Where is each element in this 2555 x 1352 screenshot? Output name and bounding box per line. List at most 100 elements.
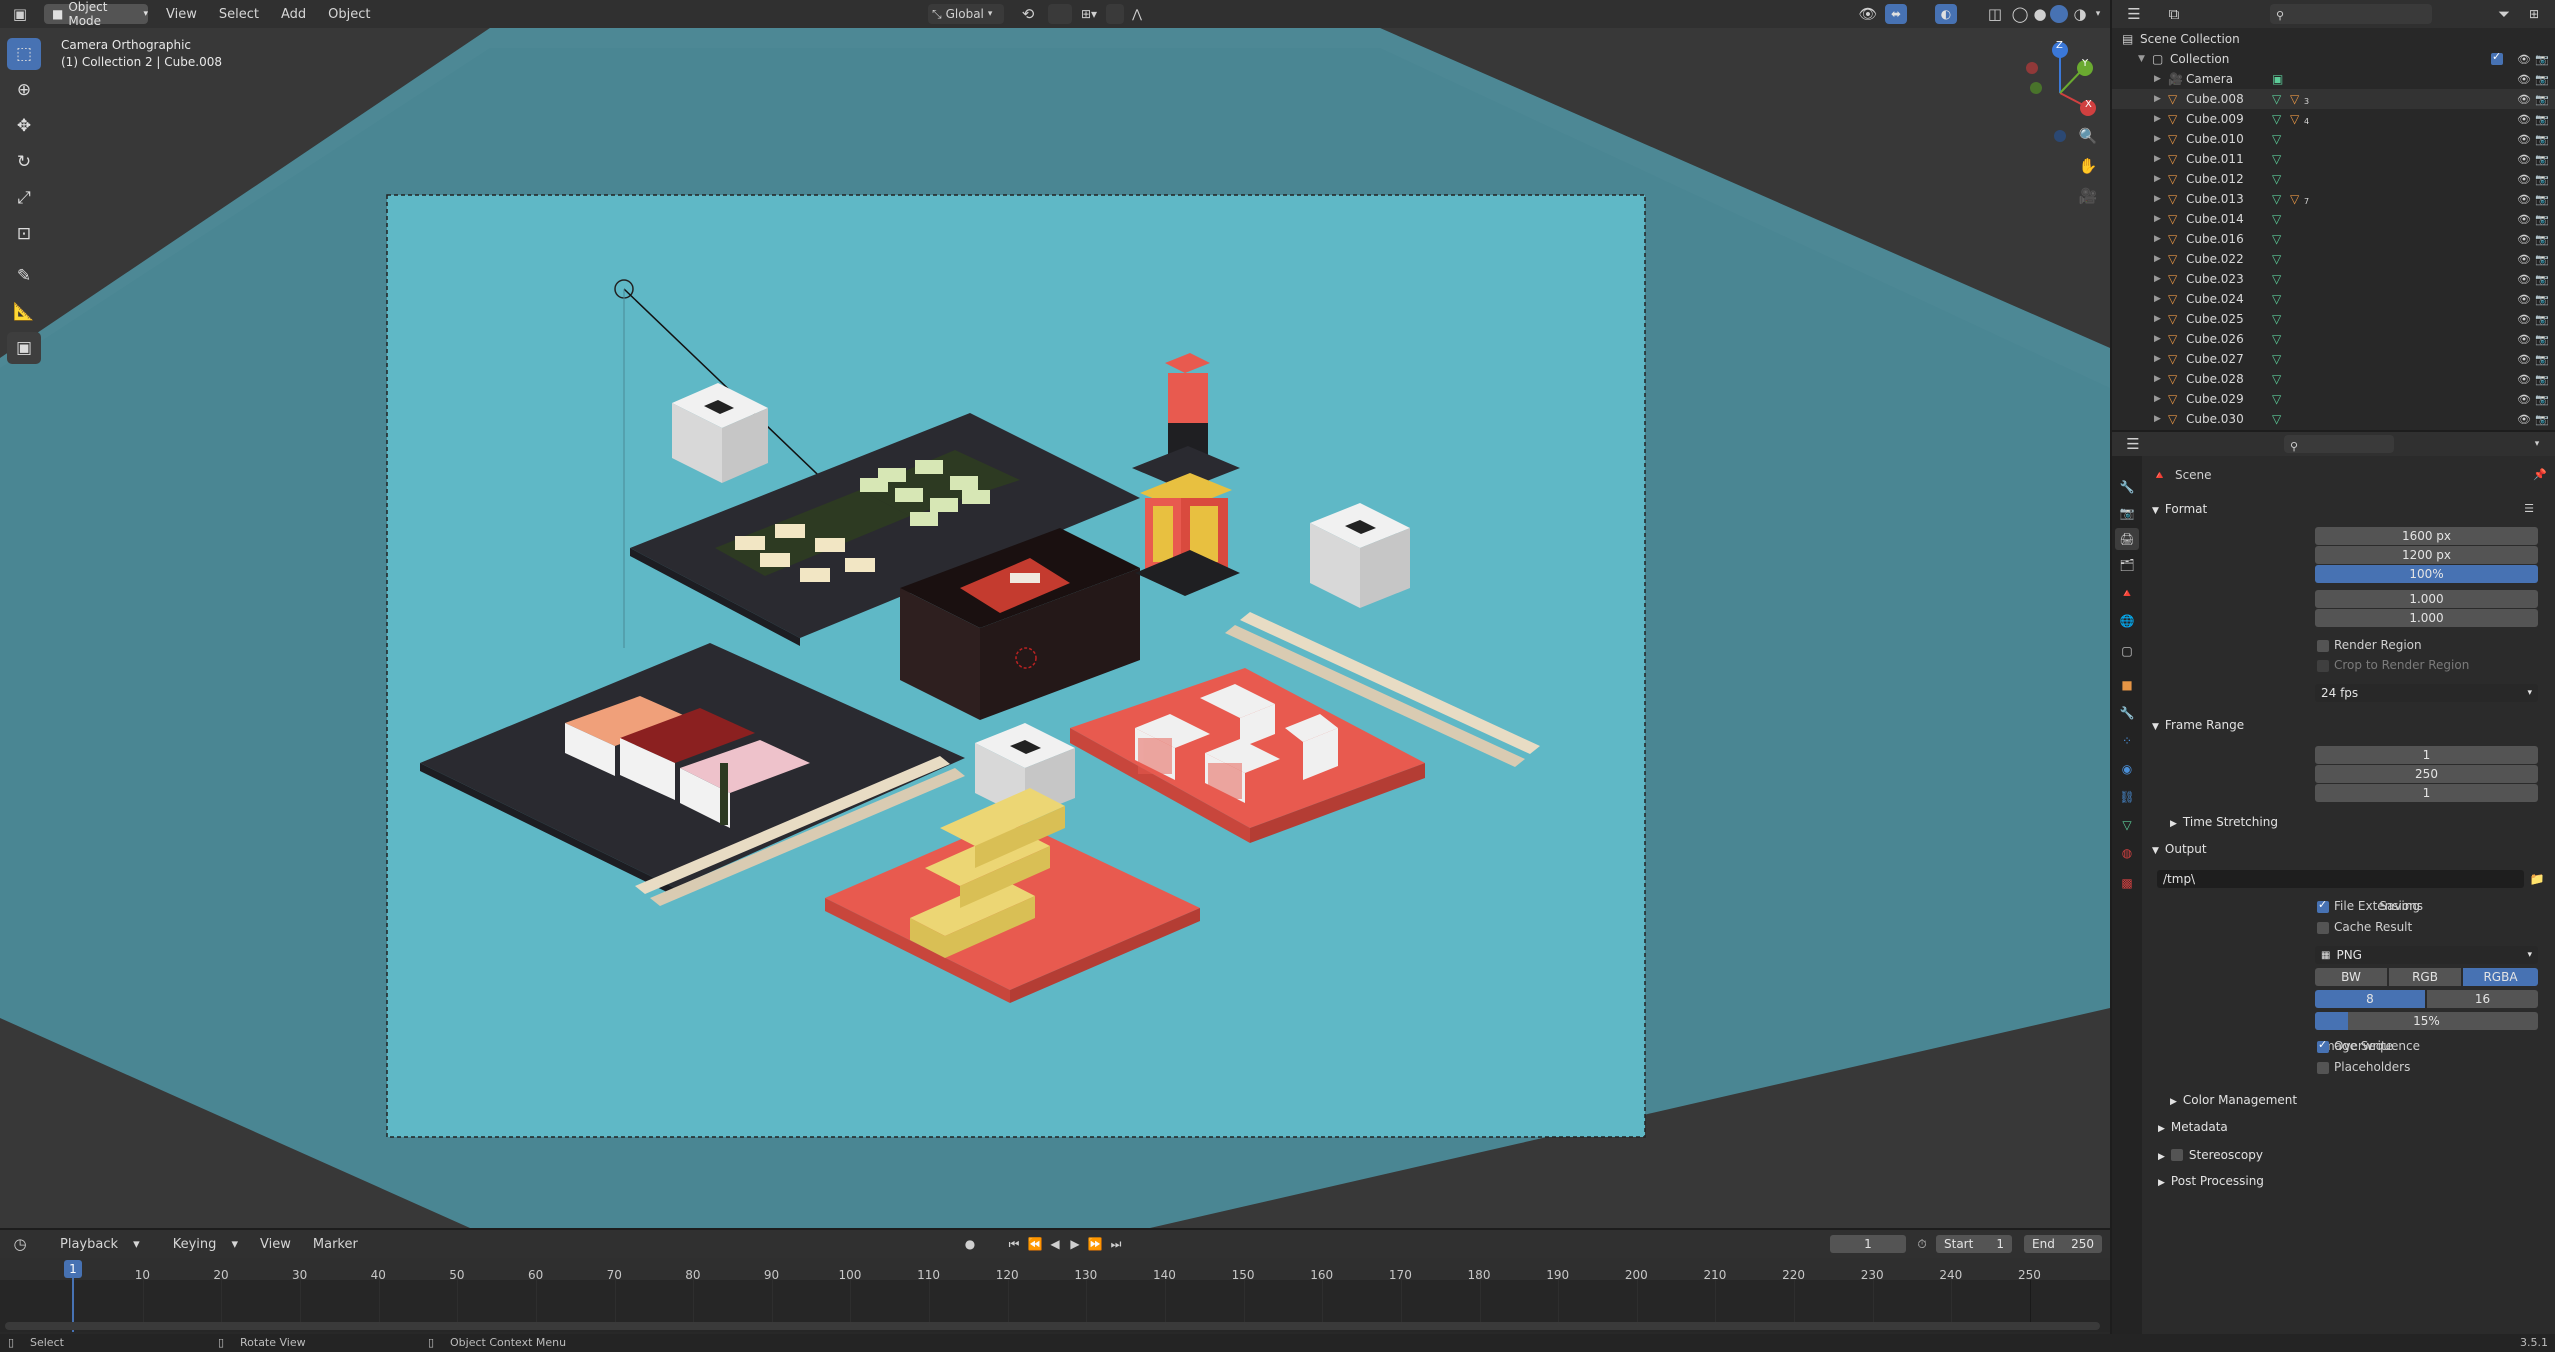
properties-search-input[interactable]: ⚲ <box>2284 435 2394 453</box>
render-camera-icon[interactable]: 📷 <box>2535 153 2549 166</box>
rotate-tool-icon[interactable]: ↻ <box>7 146 41 178</box>
filter-icon[interactable]: ⏷ <box>2492 5 2516 23</box>
render-camera-icon[interactable]: 📷 <box>2535 193 2549 206</box>
constraints-tab-icon[interactable]: ⛓ <box>2118 788 2136 806</box>
collection-row[interactable]: ▼ ▢ Collection 👁 📷 <box>2112 49 2555 69</box>
play-reverse-icon[interactable]: ◀ <box>1045 1235 1065 1253</box>
expand-arrow-icon[interactable]: ▶ <box>2154 214 2161 224</box>
mesh-data-icon[interactable]: ▽ <box>2272 412 2281 426</box>
physics-tab-icon[interactable]: ◉ <box>2118 760 2136 778</box>
outliner-row-cube-024[interactable]: ▶ ▽ Cube.024 ▽ 👁 📷 <box>2112 289 2555 309</box>
resolution-percentage-field[interactable]: 100% <box>2315 565 2538 583</box>
eye-icon[interactable]: 👁 <box>2517 333 2531 346</box>
move-tool-icon[interactable]: ✥ <box>7 110 41 142</box>
output-path-field[interactable]: /tmp\ <box>2157 870 2524 888</box>
expand-arrow-icon[interactable]: ▶ <box>2154 254 2161 264</box>
camera-data-icon[interactable]: ▣ <box>2272 72 2283 86</box>
eye-icon[interactable]: 👁 <box>2517 73 2531 86</box>
render-camera-icon[interactable]: 📷 <box>2535 313 2549 326</box>
outliner-row-cube-028[interactable]: ▶ ▽ Cube.028 ▽ 👁 📷 <box>2112 369 2555 389</box>
modifier-tab-icon[interactable]: 🔧 <box>2118 704 2136 722</box>
mesh-data-icon[interactable]: ▽ <box>2272 172 2281 186</box>
outliner-row-cube-030[interactable]: ▶ ▽ Cube.030 ▽ 👁 📷 <box>2112 409 2555 429</box>
clock-icon[interactable]: ⏱ <box>1912 1235 1932 1253</box>
frame-range-panel-header[interactable]: ▼ Frame Range <box>2152 718 2244 732</box>
prev-keyframe-icon[interactable]: ⏪ <box>1025 1235 1045 1253</box>
resolution-y-field[interactable]: 1200 px <box>2315 546 2538 564</box>
mesh-data-icon[interactable]: ▽ <box>2272 92 2281 106</box>
outliner-row-cube-026[interactable]: ▶ ▽ Cube.026 ▽ 👁 📷 <box>2112 329 2555 349</box>
render-camera-icon[interactable]: 📷 <box>2535 293 2549 306</box>
mesh-data-icon[interactable]: ▽ <box>2272 192 2281 206</box>
display-mode-icon[interactable]: ⧉ <box>2162 5 2186 23</box>
expand-arrow-icon[interactable]: ▶ <box>2154 394 2161 404</box>
solid-shading-icon[interactable]: ● <box>2030 5 2050 23</box>
post-processing-panel-header[interactable]: ▶ Post Processing <box>2158 1174 2264 1188</box>
expand-arrow-icon[interactable]: ▶ <box>2154 274 2161 284</box>
expand-arrow-icon[interactable]: ▶ <box>2154 314 2161 324</box>
crop-region-checkbox[interactable] <box>2317 660 2329 672</box>
eye-icon[interactable]: 👁 <box>2517 393 2531 406</box>
scale-tool-icon[interactable]: ⤢ <box>7 182 41 214</box>
depth-8-button[interactable]: 8 <box>2315 990 2425 1008</box>
outliner-row-cube-011[interactable]: ▶ ▽ Cube.011 ▽ 👁 📷 <box>2112 149 2555 169</box>
presets-icon[interactable]: ☰ <box>2520 500 2538 516</box>
render-region-checkbox[interactable] <box>2317 640 2329 652</box>
outliner-row-cube-027[interactable]: ▶ ▽ Cube.027 ▽ 👁 📷 <box>2112 349 2555 369</box>
view-layer-tab-icon[interactable]: 🗂 <box>2118 556 2136 574</box>
expand-arrow-icon[interactable]: ▶ <box>2154 74 2161 84</box>
annotate-tool-icon[interactable]: ✎ <box>7 260 41 292</box>
mesh-data-icon[interactable]: ▽ <box>2272 312 2281 326</box>
outliner-row-cube-013[interactable]: ▶ ▽ Cube.013 ▽ ▽ 7 👁 📷 <box>2112 189 2555 209</box>
play-icon[interactable]: ▶ <box>1065 1235 1085 1253</box>
record-icon[interactable]: ● <box>960 1235 980 1253</box>
render-camera-icon[interactable]: 📷 <box>2535 133 2549 146</box>
stereoscopy-checkbox[interactable] <box>2170 1149 2183 1161</box>
render-camera-icon[interactable]: 📷 <box>2535 113 2549 126</box>
expand-arrow-icon[interactable]: ▶ <box>2154 114 2161 124</box>
menu-object[interactable]: Object <box>317 7 381 22</box>
mesh-data-icon[interactable]: ▽ <box>2272 212 2281 226</box>
texture-tab-icon[interactable]: ▩ <box>2118 874 2136 892</box>
pin-icon[interactable]: 📌 <box>2532 466 2548 482</box>
resolution-x-field[interactable]: 1600 px <box>2315 527 2538 545</box>
eye-icon[interactable]: 👁 <box>2517 413 2531 426</box>
snap-toggle-icon[interactable] <box>1048 4 1072 24</box>
expand-arrow-icon[interactable]: ▶ <box>2154 94 2161 104</box>
expand-arrow-icon[interactable]: ▶ <box>2154 154 2161 164</box>
wireframe-shading-icon[interactable]: ◯ <box>2010 5 2030 23</box>
new-collection-icon[interactable]: ⊞ <box>2522 5 2546 23</box>
compression-slider[interactable]: 15% <box>2315 1012 2538 1030</box>
eye-icon[interactable]: 👁 <box>2517 213 2531 226</box>
outliner-row-cube-023[interactable]: ▶ ▽ Cube.023 ▽ 👁 📷 <box>2112 269 2555 289</box>
object-tab-icon[interactable]: ■ <box>2118 676 2136 694</box>
render-camera-icon[interactable]: 📷 <box>2535 173 2549 186</box>
render-camera-icon[interactable]: 📷 <box>2535 413 2549 426</box>
properties-editor-icon[interactable]: ☰ <box>2122 435 2144 453</box>
outliner-row-cube-008[interactable]: ▶ ▽ Cube.008 ▽ ▽ 3 👁 📷 <box>2112 89 2555 109</box>
rendered-shading-icon[interactable]: ◑ <box>2070 5 2090 23</box>
next-keyframe-icon[interactable]: ⏩ <box>1085 1235 1105 1253</box>
mesh-data-icon[interactable]: ▽ <box>2272 132 2281 146</box>
frame-start-field[interactable]: 1 <box>2315 746 2538 764</box>
format-panel-header[interactable]: ▼ Format <box>2152 502 2207 516</box>
expand-arrow-icon[interactable]: ▶ <box>2154 194 2161 204</box>
tool-tab-icon[interactable]: 🔧 <box>2118 478 2136 496</box>
mesh-data-icon[interactable]: ▽ <box>2272 152 2281 166</box>
mesh-data-icon[interactable]: ▽ <box>2272 332 2281 346</box>
timeline-scrollbar[interactable] <box>5 1322 2100 1330</box>
menu-view[interactable]: View <box>155 7 208 22</box>
color-management-subpanel[interactable]: ▶ Color Management <box>2170 1093 2297 1107</box>
outliner-row-cube-029[interactable]: ▶ ▽ Cube.029 ▽ 👁 📷 <box>2112 389 2555 409</box>
render-camera-icon[interactable]: 📷 <box>2535 353 2549 366</box>
modifier-icon[interactable]: ▽ <box>2290 92 2299 106</box>
outliner-row-cube-012[interactable]: ▶ ▽ Cube.012 ▽ 👁 📷 <box>2112 169 2555 189</box>
render-camera-icon[interactable]: 📷 <box>2535 393 2549 406</box>
expand-arrow-icon[interactable]: ▶ <box>2154 234 2161 244</box>
menu-playback[interactable]: Playback ▾ <box>38 1237 151 1252</box>
snap-increment-icon[interactable]: ⊞▾ <box>1074 5 1104 23</box>
eye-icon[interactable]: 👁 <box>2517 93 2531 106</box>
pivot-point-icon[interactable]: ⟲ <box>1014 5 1042 23</box>
render-camera-icon[interactable]: 📷 <box>2535 373 2549 386</box>
mesh-data-icon[interactable]: ▽ <box>2272 252 2281 266</box>
